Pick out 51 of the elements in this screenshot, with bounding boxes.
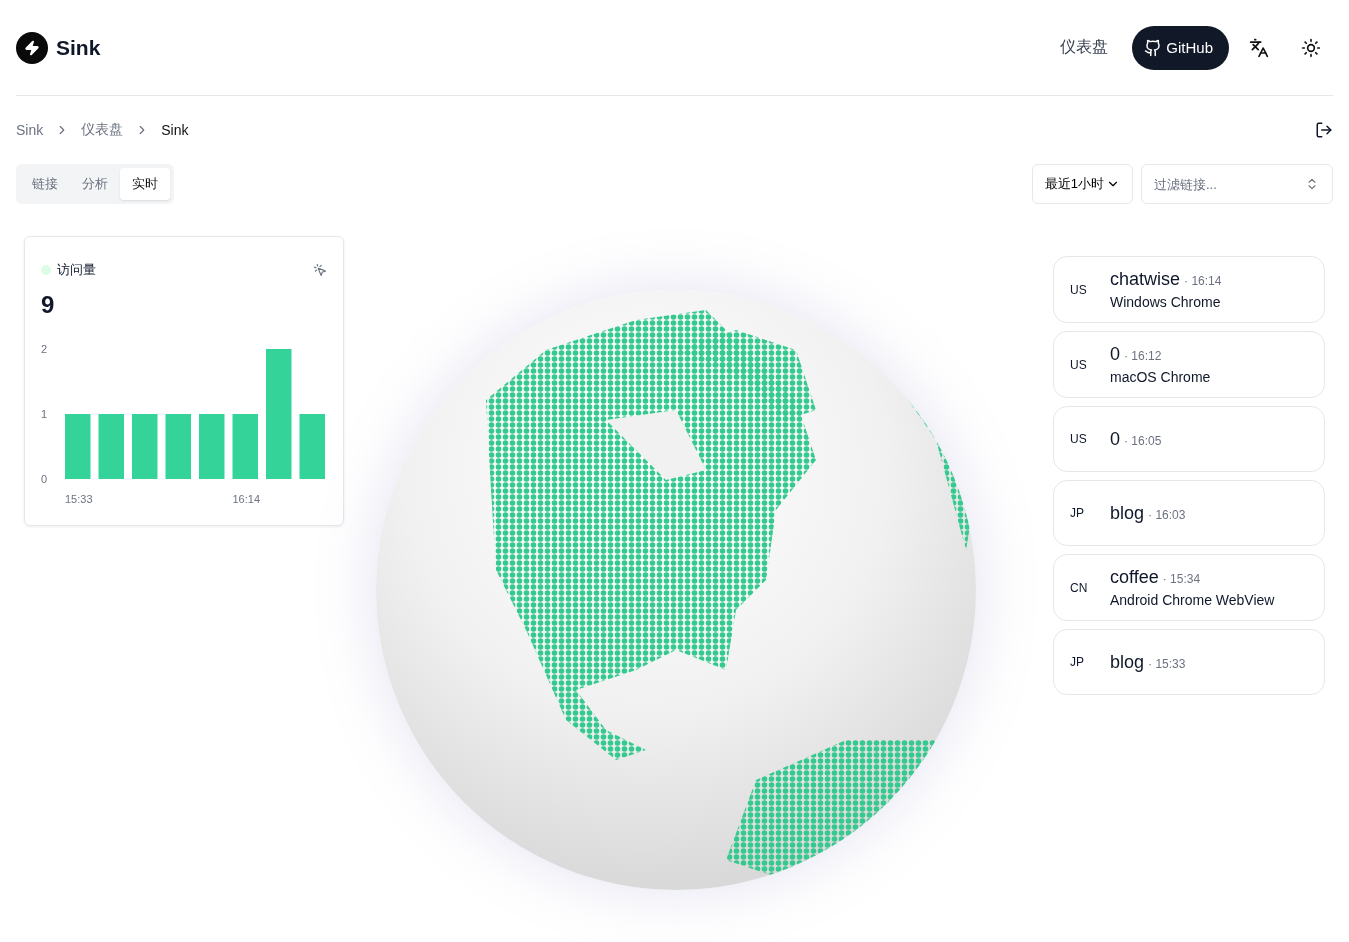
y-tick-label: 1 — [41, 408, 48, 420]
device-label: Android Chrome WebView — [1110, 592, 1275, 608]
link-name: coffee — [1110, 567, 1159, 588]
chart-bar — [132, 414, 158, 479]
github-logo-icon — [1144, 38, 1163, 57]
event-time: · 15:34 — [1162, 572, 1201, 586]
filter-field[interactable]: 过滤链接... — [1141, 164, 1333, 204]
y-tick-label: 0 — [41, 473, 48, 485]
github-button[interactable]: GitHub — [1132, 25, 1229, 70]
link-name: blog — [1110, 502, 1145, 524]
link-name: blog — [1110, 651, 1145, 673]
logo-text[interactable]: Sink — [56, 35, 101, 60]
nav-link[interactable]: 仪表盘 — [1060, 37, 1109, 58]
chart-bar — [199, 414, 225, 479]
device-label: Windows Chrome — [1110, 294, 1222, 310]
lightning-logo-icon[interactable] — [16, 31, 48, 64]
event-time: · 16:14 — [1184, 274, 1222, 288]
event-time: · 16:05 — [1124, 433, 1162, 448]
time-range-select[interactable]: 最近1小时 — [1031, 164, 1133, 204]
logout-icon[interactable] — [1315, 121, 1333, 139]
breadcrumb-link[interactable]: Sink — [161, 122, 189, 138]
chart-bar — [299, 414, 325, 479]
event-time: · 15:33 — [1148, 656, 1186, 671]
chart-bar — [98, 414, 124, 479]
country-code: JP — [1070, 655, 1085, 669]
status-dot — [41, 265, 51, 275]
country-code: JP — [1070, 506, 1085, 520]
tab[interactable]: 分析 — [70, 168, 120, 200]
country-code: US — [1070, 432, 1088, 446]
device-label: macOS Chrome — [1110, 369, 1211, 385]
country-code: US — [1070, 282, 1088, 297]
x-tick-label: 15:33 — [65, 493, 93, 505]
chart-bar — [232, 414, 258, 479]
country-code: US — [1070, 357, 1088, 372]
link-name: 0 — [1110, 344, 1120, 365]
event-time: · 16:03 — [1148, 507, 1186, 522]
visit-count: 9 — [41, 291, 56, 319]
y-tick-label: 2 — [41, 343, 48, 355]
tab[interactable]: 链接 — [20, 168, 70, 200]
pointer-click-icon — [313, 263, 327, 277]
country-code: CN — [1070, 580, 1089, 595]
link-name: chatwise — [1110, 269, 1181, 290]
tab[interactable]: 实时 — [120, 168, 170, 200]
link-name: 0 — [1110, 428, 1120, 450]
card-title: 访问量 — [57, 261, 97, 279]
chart-bar — [65, 414, 91, 479]
chart-bar — [165, 414, 191, 479]
event-time: · 16:12 — [1124, 349, 1162, 363]
breadcrumb-link[interactable]: 仪表盘 — [81, 121, 124, 139]
x-tick-label: 16:14 — [232, 493, 261, 505]
breadcrumb-link[interactable]: Sink — [16, 122, 44, 138]
